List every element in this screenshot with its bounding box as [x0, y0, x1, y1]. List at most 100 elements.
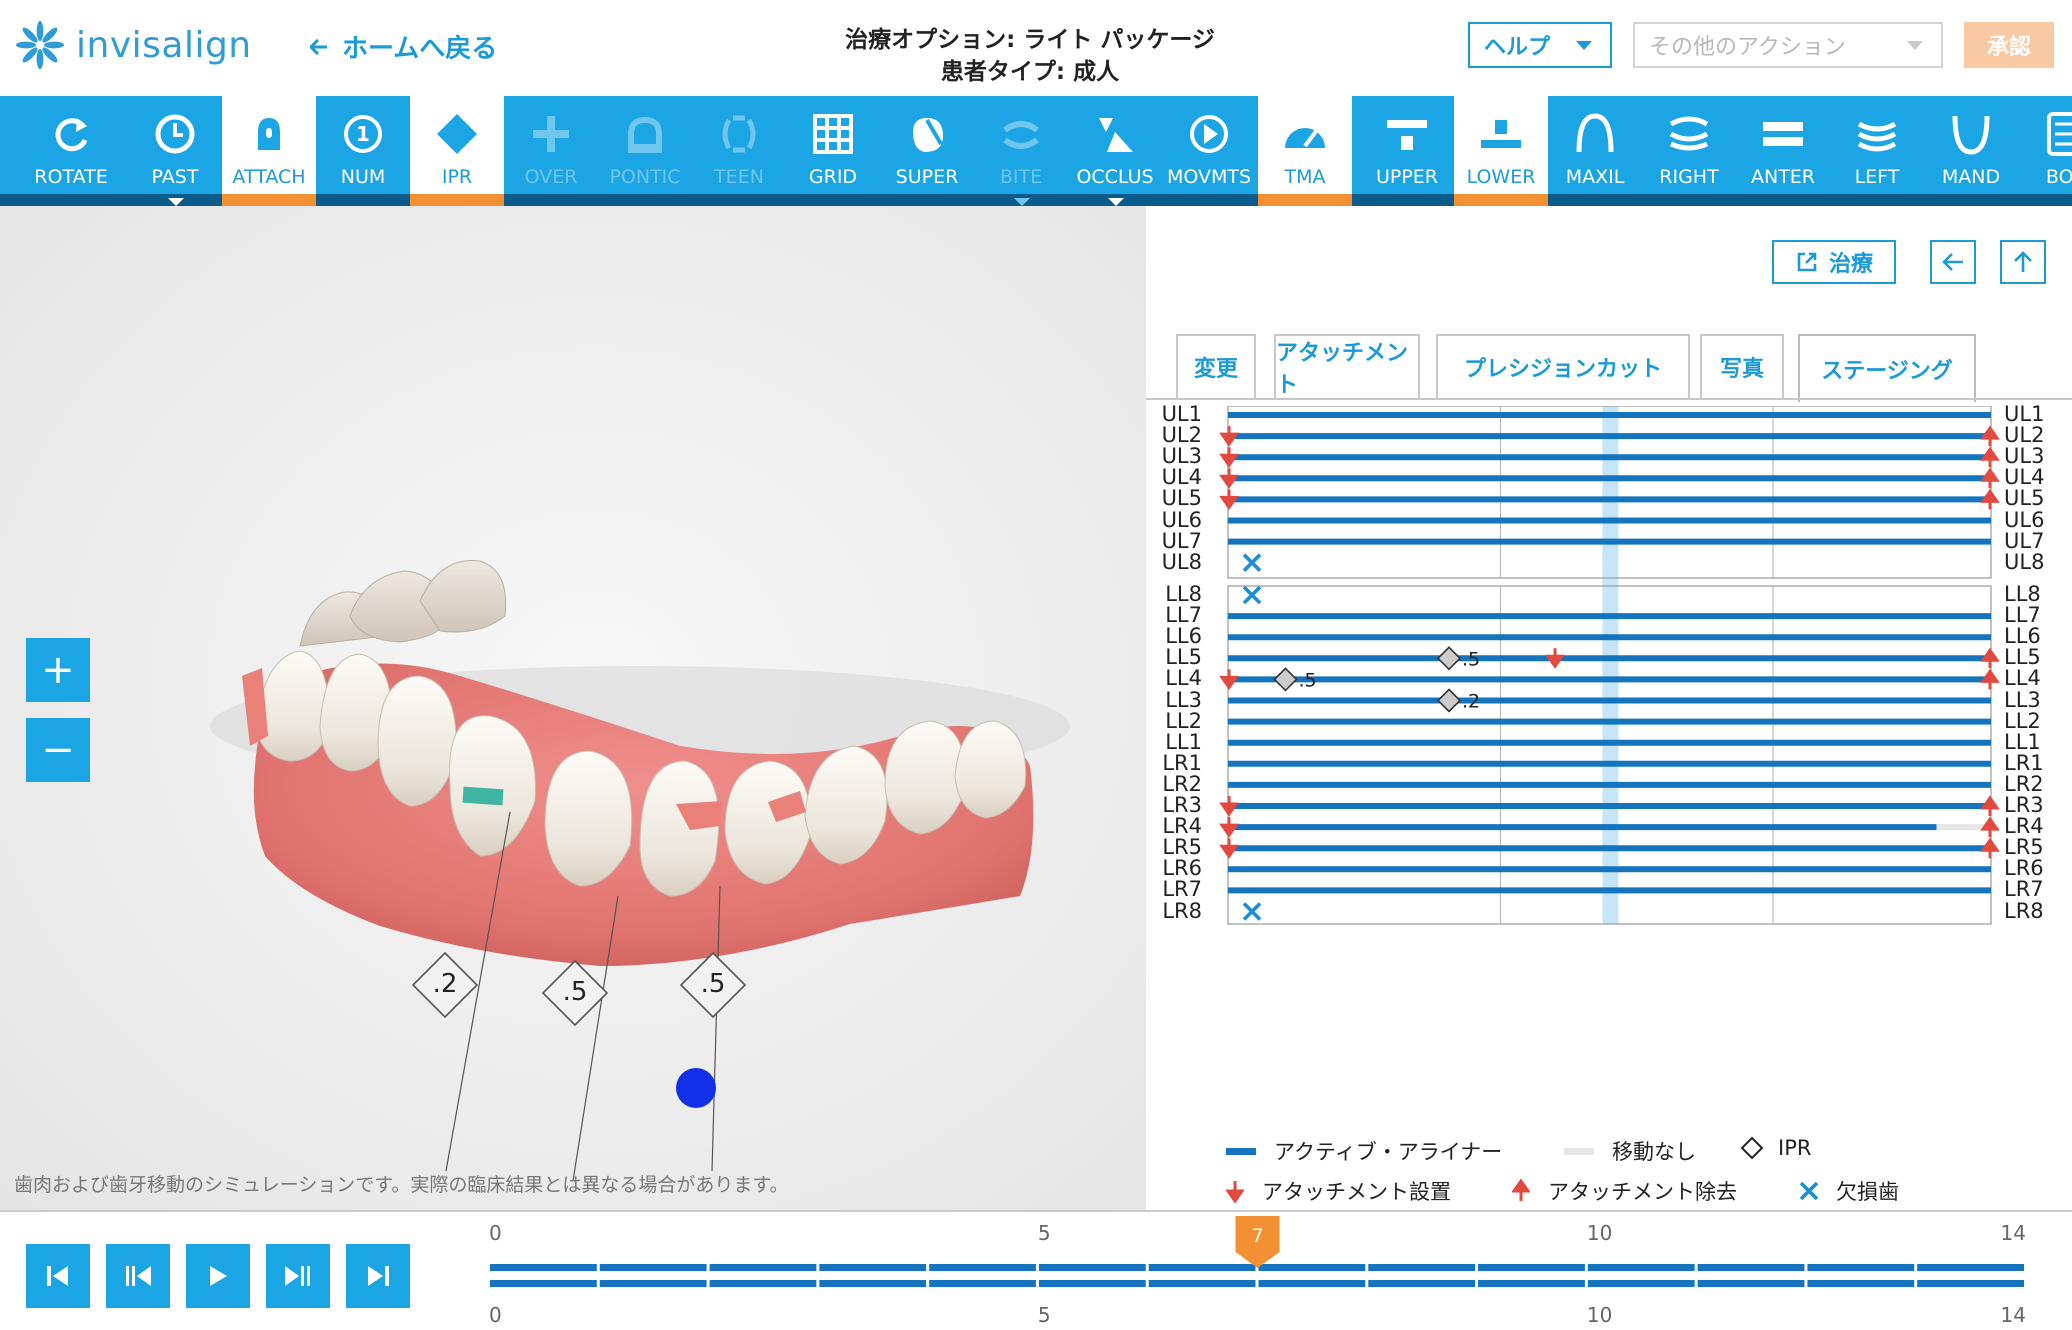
attachment-place-arrow-icon	[1219, 796, 1239, 817]
legend-attach-place-label: アタッチメント設置	[1262, 1180, 1451, 1204]
upper-stage-segment[interactable]	[1038, 1264, 1146, 1271]
toolbar-label: GRID	[808, 166, 858, 188]
lower-stage-segment[interactable]	[709, 1280, 817, 1287]
lower-stage-segment[interactable]	[1697, 1280, 1805, 1287]
toolbar-label: MAXIL	[1565, 166, 1625, 188]
legend-attach-place: アタッチメント設置	[1226, 1176, 1451, 1206]
upper-stage-segment[interactable]	[1368, 1264, 1476, 1271]
play-button[interactable]	[186, 1244, 250, 1308]
lower-stage-segment[interactable]	[1807, 1280, 1915, 1287]
play-icon	[210, 1266, 227, 1286]
ipr-callout[interactable]: .5	[679, 951, 747, 1019]
toolbar-grid-button[interactable]: GRID	[786, 96, 880, 206]
attachment-remove-arrow-icon	[1980, 488, 2000, 510]
upper-stage-segment[interactable]	[1917, 1264, 2024, 1271]
tab-precision-cuts[interactable]: プレシジョンカット	[1436, 334, 1690, 398]
toolbar-movmts-button[interactable]: MOVMTS	[1162, 96, 1256, 206]
missing-x-icon	[1799, 1181, 1819, 1201]
legend-no-move: 移動なし	[1564, 1136, 1696, 1166]
toolbar-lower-button[interactable]: LOWER	[1454, 96, 1548, 206]
lower-stage-segment[interactable]	[1148, 1280, 1256, 1287]
upper-jaw-icon	[1383, 110, 1431, 158]
zoom-in-button[interactable]: +	[26, 638, 90, 702]
timeline-tick-bottom: 0	[489, 1303, 502, 1327]
toolbar-bol-button[interactable]: BOL	[2018, 96, 2072, 206]
ipr-callout[interactable]: .5	[541, 959, 609, 1027]
toolbar-ipr-button[interactable]: IPR	[410, 96, 504, 206]
arrow-down-red-icon	[1226, 1181, 1244, 1203]
toolbar-past-button[interactable]: PAST	[128, 96, 222, 206]
toolbar-right-button[interactable]: RIGHT	[1642, 96, 1736, 206]
upper-stage-segment[interactable]	[1148, 1264, 1256, 1271]
toolbar-attach-button[interactable]: ATTACH	[222, 96, 316, 206]
lower-stage-segment[interactable]	[1478, 1280, 1585, 1287]
logo-star-icon	[16, 21, 64, 69]
upper-stage-segment[interactable]	[1697, 1264, 1805, 1271]
upper-stage-segment[interactable]	[1478, 1264, 1585, 1271]
upper-stage-segment[interactable]	[929, 1264, 1036, 1271]
toolbar-mand-button[interactable]: MAND	[1924, 96, 2018, 206]
upper-stage-segment[interactable]	[1587, 1264, 1695, 1271]
ipr-callout[interactable]: .2	[411, 951, 479, 1019]
teen-icon	[715, 110, 763, 158]
lower-stage-segment[interactable]	[1258, 1280, 1366, 1287]
tab-attachments[interactable]: アタッチメント	[1274, 334, 1420, 398]
first-stage-button[interactable]	[26, 1244, 90, 1308]
next-stage-button[interactable]	[266, 1244, 330, 1308]
ipr-diamond-icon	[433, 110, 481, 158]
upper-stage-segment[interactable]	[819, 1264, 927, 1271]
toolbar-maxil-button[interactable]: MAXIL	[1548, 96, 1642, 206]
tab-changes[interactable]: 変更	[1176, 334, 1256, 398]
toolbar-rotate-button[interactable]: ROTATE	[24, 96, 118, 206]
attachment-place-arrow-icon	[1219, 838, 1239, 859]
approve-button[interactable]: 承認	[1964, 22, 2054, 68]
treatment-button[interactable]: 治療	[1772, 240, 1896, 284]
upper-stage-segment[interactable]	[1807, 1264, 1915, 1271]
toolbar-pontic-button: PONTIC	[598, 96, 692, 206]
lower-stage-segment[interactable]	[929, 1280, 1036, 1287]
toolbar-left-button[interactable]: LEFT	[1830, 96, 1924, 206]
selection-point[interactable]	[676, 1068, 716, 1108]
tab-photos[interactable]: 写真	[1700, 334, 1784, 398]
bolton-icon	[2041, 110, 2072, 158]
upper-stage-segment[interactable]	[490, 1264, 597, 1271]
ipr-value: .5	[1462, 648, 1480, 670]
mandibular-icon	[1947, 110, 1995, 158]
right-view-icon	[1665, 110, 1713, 158]
tab-staging[interactable]: ステージング	[1798, 334, 1976, 402]
ipr-diamond-marker	[1436, 646, 1462, 671]
toolbar-occlus-button[interactable]: OCCLUS	[1068, 96, 1162, 206]
upper-stage-segment[interactable]	[1258, 1264, 1366, 1271]
lower-stage-segment[interactable]	[599, 1280, 707, 1287]
superimpose-icon	[903, 110, 951, 158]
lower-stage-segment[interactable]	[819, 1280, 927, 1287]
lower-stage-segment[interactable]	[490, 1280, 597, 1287]
lower-jaw-icon	[1477, 110, 1525, 158]
back-home-link[interactable]: ホームへ戻る	[310, 28, 497, 65]
back-button[interactable]	[1930, 240, 1976, 284]
lower-stage-segment[interactable]	[1368, 1280, 1476, 1287]
3d-viewer[interactable]: .2 .5 .5 + − 歯肉および歯牙移動のシミュレーションです。実際の臨床結果と…	[0, 206, 1146, 1210]
other-actions-dropdown[interactable]: その他のアクション	[1633, 22, 1943, 68]
toolbar-tma-button[interactable]: TMA	[1258, 96, 1352, 206]
help-dropdown[interactable]: ヘルプ	[1468, 22, 1612, 68]
last-stage-button[interactable]	[346, 1244, 410, 1308]
attachment-place-arrow-icon	[1219, 669, 1239, 691]
toolbar-upper-button[interactable]: UPPER	[1360, 96, 1454, 206]
previous-stage-button[interactable]	[106, 1244, 170, 1308]
zoom-out-button[interactable]: −	[26, 718, 90, 782]
stage-scrubber[interactable]: 0 0 5 5 10 10 14 14 7	[452, 1212, 2072, 1330]
up-button[interactable]	[2000, 240, 2046, 284]
dental-model[interactable]	[0, 206, 1146, 1210]
attachment-place-arrow-icon	[1545, 648, 1565, 669]
tooth-label-lr8: LR8	[2004, 898, 2044, 923]
lower-stage-segment[interactable]	[1587, 1280, 1695, 1287]
toolbar-super-button[interactable]: SUPER	[880, 96, 974, 206]
lower-stage-segment[interactable]	[1917, 1280, 2024, 1287]
other-actions-label: その他のアクション	[1649, 35, 1846, 60]
toolbar-anter-button[interactable]: ANTER	[1736, 96, 1830, 206]
upper-stage-segment[interactable]	[599, 1264, 707, 1271]
upper-stage-segment[interactable]	[709, 1264, 817, 1271]
lower-stage-segment[interactable]	[1038, 1280, 1146, 1287]
toolbar-num-button[interactable]: 1 NUM	[316, 96, 410, 206]
